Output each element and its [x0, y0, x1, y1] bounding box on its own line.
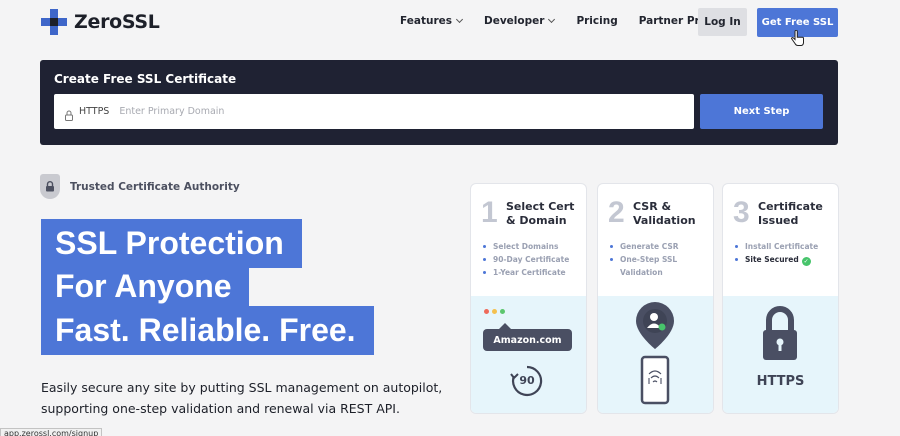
hand-cursor-icon: [791, 30, 804, 46]
step-illustration: [598, 296, 713, 413]
domain-tooltip: Amazon.com: [483, 323, 572, 351]
lock-icon: [65, 106, 73, 121]
step-illustration: Amazon.com 90: [471, 296, 586, 413]
step-list: Generate CSR One-Step SSL Validation: [610, 240, 690, 279]
create-certificate-panel: Create Free SSL Certificate HTTPS Next S…: [40, 60, 838, 145]
hero-headline-line-3: Fast. Reliable. Free.: [41, 306, 374, 355]
nav-pricing[interactable]: Pricing: [576, 15, 617, 27]
primary-domain-input[interactable]: [119, 106, 590, 117]
trust-label: Trusted Certificate Authority: [70, 180, 240, 193]
shield-lock-icon: [40, 174, 60, 199]
list-item: Install Certificate: [735, 240, 818, 253]
step-card-certificate-issued: 3 Certificate Issued Install Certificate…: [723, 184, 838, 413]
padlock-icon: [763, 306, 797, 360]
https-prefix: HTTPS: [79, 106, 110, 117]
panel-title: Create Free SSL Certificate: [54, 72, 237, 86]
list-item: 1-Year Certificate: [483, 266, 569, 279]
step-number: 2: [608, 196, 625, 229]
chevron-down-icon: [455, 15, 464, 24]
step-title: Certificate Issued: [758, 200, 823, 227]
chevron-down-icon: [548, 15, 556, 24]
hero-description: Easily secure any site by putting SSL ma…: [41, 380, 443, 416]
nav-features[interactable]: Features: [400, 15, 464, 27]
hero-headline-line-1: SSL Protection: [41, 219, 302, 268]
step-illustration: HTTPS: [723, 296, 838, 413]
list-item: One-Step SSL Validation: [610, 253, 690, 279]
status-bar-url: app.zerossl.com/signup: [0, 428, 103, 436]
next-step-button[interactable]: Next Step: [700, 94, 823, 129]
trust-badge: Trusted Certificate Authority: [40, 174, 240, 199]
verified-user-pin-icon: [636, 302, 674, 405]
step-list: Select Domains 90-Day Certificate 1-Year…: [483, 240, 569, 279]
step-title: CSR & Validation: [633, 200, 696, 227]
brand-logo[interactable]: ZeroSSL: [41, 9, 160, 35]
list-item: Generate CSR: [610, 240, 690, 253]
list-item-complete: Site Secured ✓: [735, 253, 818, 266]
login-button[interactable]: Log In: [698, 8, 747, 36]
step-list: Install Certificate Site Secured ✓: [735, 240, 818, 266]
list-item: 90-Day Certificate: [483, 253, 569, 266]
step-card-csr-validation: 2 CSR & Validation Generate CSR One-Step…: [598, 184, 713, 413]
validity-days: 90: [519, 374, 535, 387]
brand-name: ZeroSSL: [74, 11, 160, 33]
hero-headline-line-2: For Anyone: [41, 262, 249, 311]
nav-developer[interactable]: Developer: [484, 15, 556, 27]
step-card-select-cert: 1 Select Cert & Domain Select Domains 90…: [471, 184, 586, 413]
https-label: HTTPS: [756, 374, 805, 389]
list-item: Select Domains: [483, 240, 569, 253]
step-title: Select Cert & Domain: [506, 200, 575, 227]
step-number: 3: [733, 196, 750, 229]
domain-field[interactable]: HTTPS: [54, 94, 694, 129]
main-nav: Features Developer Pricing Partner Progr…: [400, 15, 738, 27]
logo-cross-icon: [41, 9, 67, 35]
step-number: 1: [481, 196, 498, 229]
check-icon: ✓: [801, 257, 811, 266]
window-dots-icon: [484, 309, 505, 314]
